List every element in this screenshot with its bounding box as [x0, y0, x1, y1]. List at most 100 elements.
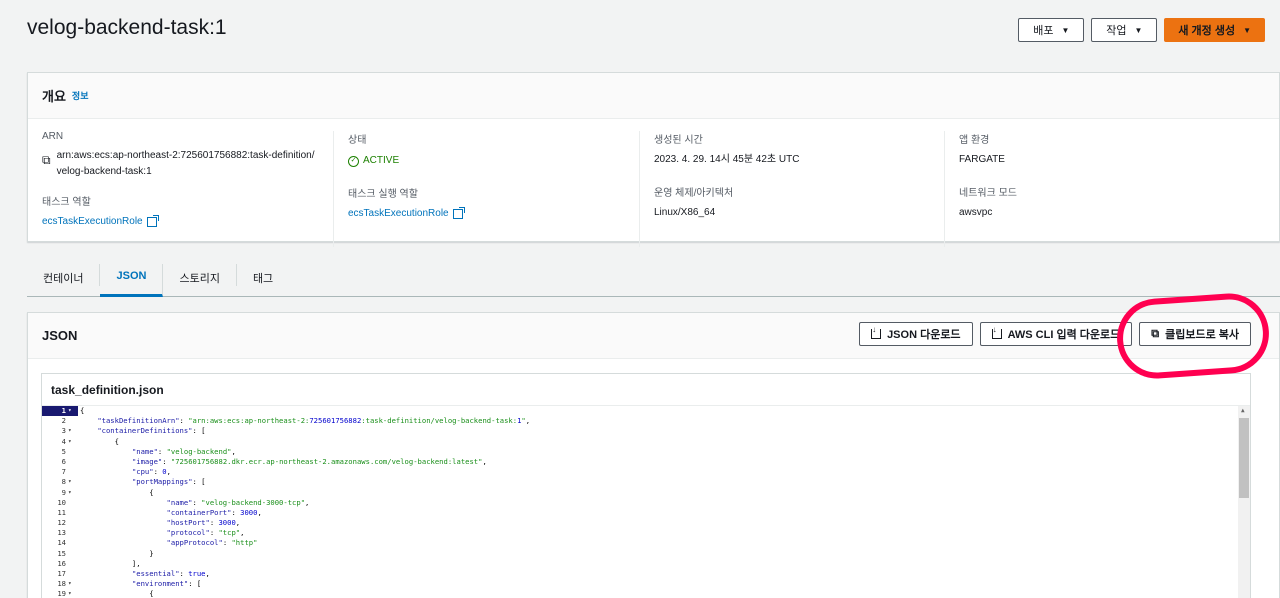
code-line: 4 ▾ { — [42, 437, 1250, 447]
arn-value-line1: arn:aws:ecs:ap-northeast-2:725601756882:… — [56, 150, 315, 161]
json-actions: JSON 다운로드 AWS CLI 입력 다운로드 ⧉ 클립보드로 복사 — [859, 322, 1251, 346]
fold-arrow-icon[interactable]: ▾ — [68, 426, 78, 436]
code-line: 12 "hostPort": 3000, — [42, 518, 1250, 528]
code-text: "protocol": "tcp", — [166, 528, 245, 538]
external-link-icon — [452, 207, 465, 219]
check-circle-icon: ✓ — [348, 155, 359, 167]
line-number: 15 — [57, 548, 66, 558]
line-number: 10 — [57, 497, 66, 507]
info-link[interactable]: 정보 — [72, 89, 89, 102]
caret-down-icon: ▼ — [1243, 25, 1251, 35]
code-text: "portMappings": [ — [131, 477, 206, 487]
exec-role-value: ecsTaskExecutionRole — [348, 208, 449, 219]
download-json-label: JSON 다운로드 — [887, 329, 961, 341]
overview-col-2: 상태 ✓ ACTIVE 태스크 실행 역할 ecsTaskExecutionRol… — [334, 131, 640, 247]
line-number: 2 — [61, 416, 66, 426]
fold-arrow-icon[interactable]: ▾ — [68, 589, 78, 598]
os-value: Linux/X86_64 — [654, 207, 716, 218]
code-text: { — [80, 406, 85, 415]
copy-clipboard-label: 클립보드로 복사 — [1165, 329, 1239, 341]
line-number: 19 — [57, 589, 66, 598]
json-editor-card: task_definition.json ▲ 1 ▾{2 "taskDefiniti… — [41, 373, 1251, 598]
code-line: 8 ▾ "portMappings": [ — [42, 477, 1250, 487]
code-line: 19 ▾ { — [42, 589, 1250, 598]
fold-arrow-icon[interactable]: ▾ — [68, 406, 78, 417]
exec-role-label: 태스크 실행 역할 — [348, 189, 418, 200]
json-panel: JSON JSON 다운로드 AWS CLI 입력 다운로드 ⧉ 클립보드로 복… — [27, 312, 1280, 598]
overview-col-4: 앱 환경 FARGATE 네트워크 모드 awsvpc — [945, 131, 1279, 247]
code-line: 7 "cpu": 0, — [42, 467, 1250, 477]
arn-label: ARN — [42, 131, 64, 142]
code-text: "environment": [ — [131, 579, 202, 589]
code-line: 13 "protocol": "tcp", — [42, 528, 1250, 538]
download-icon — [991, 325, 1002, 339]
code-text: ], — [80, 558, 141, 568]
deploy-button[interactable]: 배포 ▼ — [1018, 18, 1085, 42]
tab-containers[interactable]: 컨테이너 — [27, 264, 101, 286]
status-label: 상태 — [348, 135, 367, 146]
fold-arrow-icon[interactable]: ▾ — [68, 579, 78, 589]
code-editor[interactable]: ▲ 1 ▾{2 "taskDefinitionArn": "arn:aws:ecs:… — [42, 406, 1250, 598]
code-text: "name": "velog-backend-3000-tcp", — [166, 497, 310, 507]
code-line: 11 "containerPort": 3000, — [42, 508, 1250, 518]
fold-arrow-icon[interactable]: ▾ — [68, 488, 78, 498]
scroll-up-icon[interactable]: ▲ — [1241, 407, 1245, 414]
copy-clipboard-button[interactable]: ⧉ 클립보드로 복사 — [1139, 322, 1251, 346]
tab-storage[interactable]: 스토리지 — [163, 264, 237, 286]
copy-icon[interactable]: ⧉ — [42, 152, 51, 180]
caret-down-icon: ▼ — [1134, 25, 1143, 35]
line-number: 11 — [57, 507, 66, 517]
header-actions: 배포 ▼ 작업 ▼ 새 개정 생성 ▼ — [1018, 18, 1265, 42]
line-number: 17 — [57, 569, 66, 578]
fold-arrow-icon[interactable]: ▾ — [68, 477, 78, 487]
code-text: } — [80, 548, 154, 558]
actions-button[interactable]: 작업 ▼ — [1091, 18, 1158, 42]
page-title: velog-backend-task:1 — [27, 16, 227, 39]
download-cli-button[interactable]: AWS CLI 입력 다운로드 — [979, 322, 1133, 346]
download-json-button[interactable]: JSON 다운로드 — [859, 322, 973, 346]
code-text: "taskDefinitionArn": "arn:aws:ecs:ap-nor… — [97, 416, 531, 426]
line-number: 13 — [57, 528, 66, 538]
line-number: 1 — [42, 406, 68, 417]
line-number: 6 — [61, 456, 66, 466]
code-line: 9 ▾ { — [42, 488, 1250, 498]
file-name: task_definition.json — [42, 374, 1250, 406]
overview-title: 개요 — [42, 89, 66, 104]
app-env-value: FARGATE — [959, 154, 1005, 165]
actions-label: 작업 — [1106, 25, 1127, 37]
code-line: 17 "essential": true, — [42, 569, 1250, 579]
json-header: JSON JSON 다운로드 AWS CLI 입력 다운로드 ⧉ 클립보드로 복… — [28, 313, 1279, 359]
editor-scrollbar[interactable]: ▲ — [1238, 406, 1250, 598]
line-number: 7 — [61, 467, 66, 477]
code-text: "containerPort": 3000, — [166, 507, 262, 517]
json-title: JSON — [42, 328, 78, 343]
overview-grid: ARN ⧉ arn:aws:ecs:ap-northeast-2:7256017… — [28, 119, 1279, 247]
task-role-link[interactable]: ecsTaskExecutionRole — [42, 214, 159, 230]
create-revision-button[interactable]: 새 개정 생성 ▼ — [1164, 18, 1265, 42]
task-role-label: 태스크 역할 — [42, 197, 91, 208]
code-line: 15 } — [42, 549, 1250, 559]
code-text: "image": "725601756882.dkr.ecr.ap-northe… — [131, 456, 487, 466]
network-label: 네트워크 모드 — [959, 188, 1017, 199]
tab-tags[interactable]: 태그 — [237, 264, 289, 286]
scrollbar-thumb[interactable] — [1239, 418, 1249, 498]
overview-col-1: ARN ⧉ arn:aws:ecs:ap-northeast-2:7256017… — [28, 131, 334, 247]
caret-down-icon: ▼ — [1061, 25, 1070, 35]
line-number: 5 — [61, 446, 66, 456]
line-number: 14 — [57, 538, 66, 548]
exec-role-link[interactable]: ecsTaskExecutionRole — [348, 206, 465, 222]
task-role-value: ecsTaskExecutionRole — [42, 216, 143, 227]
tab-json[interactable]: JSON — [100, 264, 164, 297]
fold-arrow-icon[interactable]: ▾ — [68, 437, 78, 447]
line-number: 3 — [61, 426, 66, 436]
created-label: 생성된 시간 — [654, 135, 703, 146]
